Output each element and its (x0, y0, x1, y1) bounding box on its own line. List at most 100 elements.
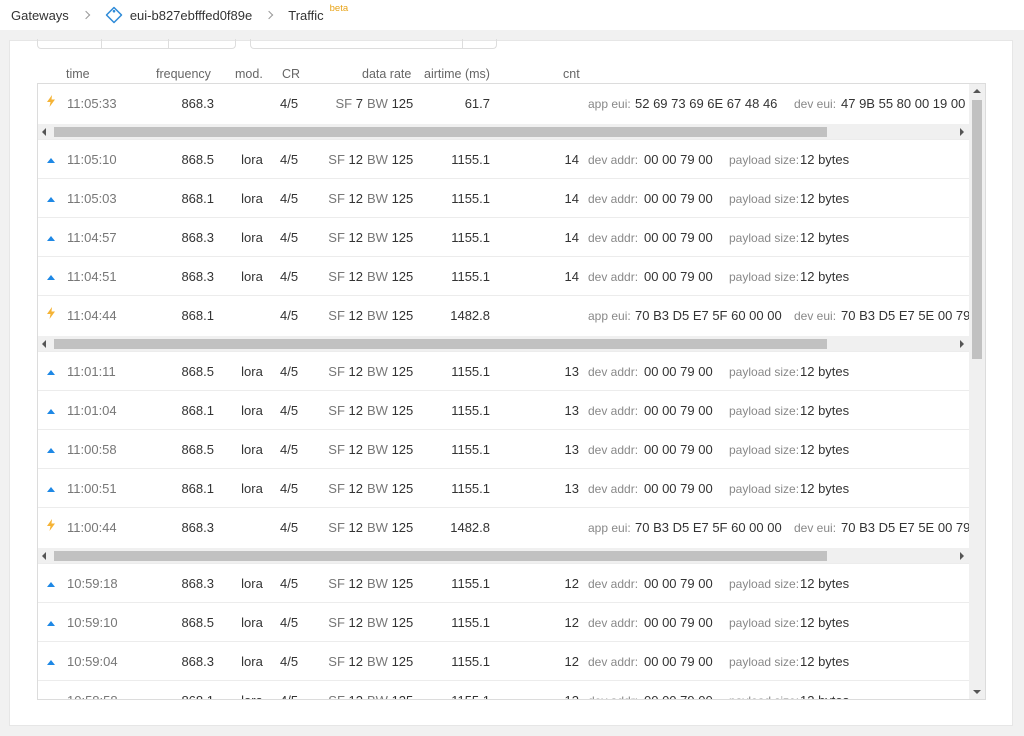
payload-size-label: payload size: (729, 442, 800, 457)
header-mod: mod. (235, 67, 263, 81)
scrollbar-thumb[interactable] (54, 551, 827, 561)
uplink-arrow-icon (47, 229, 55, 244)
payload-size-label: payload size: (729, 481, 800, 496)
scroll-up-icon[interactable] (973, 89, 981, 93)
scroll-left-icon[interactable] (42, 128, 46, 136)
uplink-row[interactable]: 10:59:18 868.3 lora 4/5 SF 12 BW 125 1155.1 12 d… (38, 564, 970, 603)
chevron-right-icon (81, 10, 91, 20)
bandwidth-cell: BW 125 (367, 520, 413, 535)
breadcrumb-gateway-id-link[interactable]: eui-b827ebfffed0f89e (130, 8, 252, 23)
dev-addr-value: 00 00 79 00 (644, 693, 713, 699)
counter-cell: 14 (564, 152, 579, 167)
dev-eui-value: 70 B3 D5 E7 5E 00 79 (841, 520, 971, 535)
dev-eui-label: dev eui: (794, 308, 837, 323)
scrollbar-thumb[interactable] (972, 100, 982, 359)
horizontal-scrollbar[interactable] (38, 336, 970, 352)
dev-addr-value: 00 00 79 00 (644, 576, 713, 591)
scrollbar-thumb[interactable] (54, 127, 827, 137)
bw-value: 125 (391, 364, 414, 379)
gateway-tag-icon (105, 6, 123, 24)
bw-label: BW (367, 403, 388, 418)
filter-button-group[interactable] (37, 39, 236, 49)
airtime-cell: 1155.1 (428, 693, 490, 699)
join-request-row[interactable]: 11:00:44 868.3 4/5 SF 12 BW 125 1482.8 app eui… (38, 508, 970, 548)
modulation-cell: lora (241, 269, 263, 284)
payload-size-value: 12 bytes (800, 654, 850, 669)
uplink-arrow-icon (47, 614, 55, 629)
uplink-row[interactable]: 10:59:04 868.3 lora 4/5 SF 12 BW 125 1155.1 12 d… (38, 642, 970, 681)
bw-label: BW (367, 230, 388, 245)
bandwidth-cell: BW 125 (367, 576, 413, 591)
uplink-row[interactable]: 10:59:10 868.5 lora 4/5 SF 12 BW 125 1155.1 12 d… (38, 603, 970, 642)
dev-addr-value: 00 00 79 00 (644, 615, 713, 630)
header-airtime: airtime (ms) (424, 67, 490, 81)
modulation-cell: lora (241, 230, 263, 245)
scroll-right-icon[interactable] (960, 128, 964, 136)
dev-eui-label: dev eui: (794, 96, 837, 111)
coding-rate-cell: 4/5 (280, 481, 299, 496)
horizontal-scrollbar[interactable] (38, 548, 970, 564)
bw-label: BW (367, 191, 388, 206)
payload-size-value: 12 bytes (800, 364, 850, 379)
filter-controls (37, 39, 497, 51)
sf-label: SF (328, 654, 345, 669)
horizontal-scrollbar[interactable] (38, 124, 970, 140)
payload-size-label: payload size: (729, 269, 800, 284)
header-time: time (66, 67, 90, 81)
uplink-arrow-icon (47, 441, 55, 456)
dev-addr-label: dev addr: (588, 230, 639, 245)
uplink-row[interactable]: 11:05:03 868.1 lora 4/5 SF 12 BW 125 1155.1 14 d… (38, 179, 970, 218)
spreading-factor-cell: SF 12 (323, 308, 363, 323)
frequency-cell: 868.5 (181, 615, 214, 630)
coding-rate-cell: 4/5 (280, 693, 298, 699)
spreading-factor-cell: SF 12 (323, 152, 363, 167)
vertical-scrollbar[interactable] (969, 84, 985, 699)
airtime-cell: 61.7 (464, 96, 490, 111)
payload-size-label: payload size: (729, 152, 800, 167)
uplink-arrow-icon (47, 190, 55, 205)
frequency-cell: 868.1 (181, 403, 214, 418)
counter-cell: 14 (564, 230, 579, 245)
scroll-down-icon[interactable] (973, 690, 981, 694)
uplink-row[interactable]: 11:00:51 868.1 lora 4/5 SF 12 BW 125 1155.1 13 d… (38, 469, 970, 508)
spreading-factor-cell: SF 12 (323, 442, 363, 457)
airtime-cell: 1155.1 (451, 403, 490, 418)
scroll-right-icon[interactable] (960, 552, 964, 560)
uplink-arrow-icon (47, 363, 55, 378)
airtime-cell: 1155.1 (451, 269, 490, 284)
bolt-icon (47, 95, 55, 110)
bw-label: BW (367, 693, 388, 699)
dev-addr-value: 00 00 79 00 (644, 364, 713, 379)
filter-input-group[interactable] (250, 39, 497, 49)
join-request-row[interactable]: 11:04:44 868.1 4/5 SF 12 BW 125 1482.8 app eui… (38, 296, 970, 336)
time-cell: 11:05:03 (67, 191, 117, 206)
scroll-left-icon[interactable] (42, 340, 46, 348)
sf-value: 12 (348, 269, 363, 284)
breadcrumb-gateways-link[interactable]: Gateways (11, 8, 69, 23)
frequency-cell: 868.1 (181, 308, 214, 323)
uplink-row[interactable]: 11:04:51 868.3 lora 4/5 SF 12 BW 125 1155.1 14 d… (38, 257, 970, 296)
uplink-row[interactable]: 11:01:11 868.5 lora 4/5 SF 12 BW 125 1155.1 13 d… (38, 352, 970, 391)
join-request-row[interactable]: 11:05:33 868.3 4/5 SF 7 BW 125 61.7 app eui: 52… (38, 84, 970, 124)
counter-cell: 13 (564, 481, 579, 496)
payload-size-label: payload size: (729, 364, 800, 379)
sf-value: 12 (348, 364, 363, 379)
scroll-right-icon[interactable] (960, 340, 964, 348)
uplink-row[interactable]: 11:04:57 868.3 lora 4/5 SF 12 BW 125 1155.1 14 d… (38, 218, 970, 257)
divider (101, 39, 102, 49)
uplink-row[interactable]: 11:01:04 868.1 lora 4/5 SF 12 BW 125 1155.1 13 d… (38, 391, 970, 430)
uplink-row[interactable]: 11:05:10 868.5 lora 4/5 SF 12 BW 125 1155.1 14 d… (38, 140, 970, 179)
uplink-row[interactable]: 10:58:58 868.1 lora 4/5 SF 12 BW 125 1155.1 12 d… (38, 681, 970, 699)
bw-label: BW (367, 269, 388, 284)
scrollbar-thumb[interactable] (54, 339, 827, 349)
uplink-arrow-icon (47, 480, 55, 495)
divider (462, 39, 463, 49)
scroll-left-icon[interactable] (42, 552, 46, 560)
payload-size-label: payload size: (729, 615, 800, 630)
dev-addr-label: dev addr: (588, 442, 639, 457)
dev-addr-label: dev addr: (588, 654, 639, 669)
uplink-row[interactable]: 11:00:58 868.5 lora 4/5 SF 12 BW 125 1155.1 13 d… (38, 430, 970, 469)
beta-badge: beta (329, 2, 349, 14)
time-cell: 11:04:57 (67, 230, 117, 245)
dev-addr-label: dev addr: (588, 576, 639, 591)
